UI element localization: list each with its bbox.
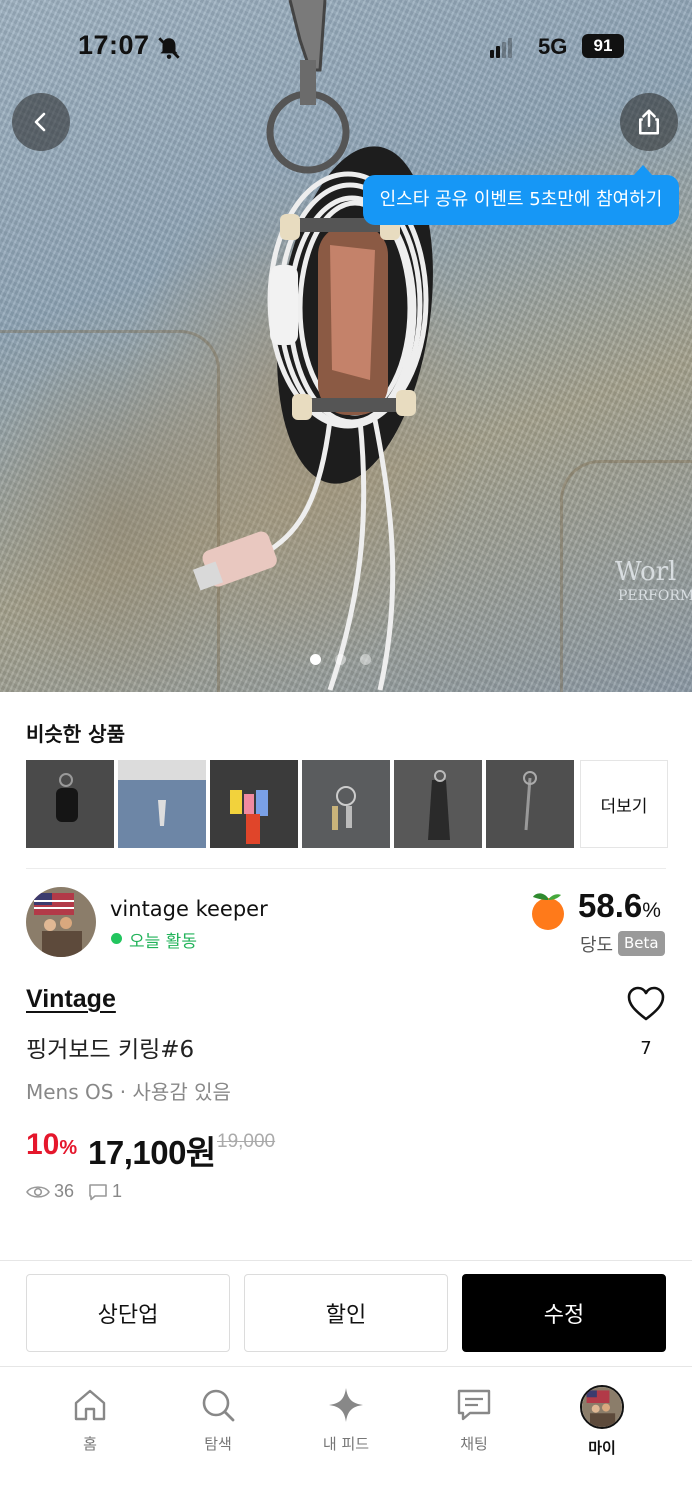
tab-my-feed[interactable]: 내 피드: [296, 1385, 396, 1465]
instagram-share-event-tooltip[interactable]: 인스타 공유 이벤트 5초만에 참여하기: [363, 165, 679, 225]
pagination-dot: [310, 654, 321, 665]
discount-unit: %: [59, 1137, 78, 1159]
view-count: 36: [54, 1181, 75, 1201]
tab-explore[interactable]: 탐색: [168, 1385, 268, 1465]
tab-label: 탐색: [204, 1435, 232, 1453]
status-time: 17:07: [78, 30, 150, 60]
discount-value: 10: [26, 1128, 60, 1161]
eye-icon: [26, 1185, 50, 1198]
divider: [26, 868, 666, 869]
score-unit: %: [642, 899, 661, 922]
heart-icon[interactable]: [626, 985, 666, 1023]
sale-price: 17,100원: [88, 1134, 216, 1171]
similar-product-thumbnail[interactable]: [118, 760, 206, 848]
sweetness-label: 당도: [580, 935, 614, 956]
edit-button[interactable]: 수정: [462, 1274, 666, 1352]
share-button[interactable]: [620, 93, 678, 151]
svg-text:Worl: Worl: [615, 557, 676, 587]
seller-activity-status: 오늘 활동: [129, 932, 197, 952]
product-photo: Worl PERFORM: [192, 0, 692, 691]
bell-mute-icon: [158, 37, 180, 59]
like-count: 7: [640, 1038, 652, 1059]
original-price: 19,000: [217, 1131, 276, 1152]
bump-to-top-button[interactable]: 상단업: [26, 1274, 230, 1352]
comment-count: 1: [112, 1181, 123, 1201]
divider: [0, 1260, 692, 1261]
tab-label: 내 피드: [322, 1435, 370, 1453]
divider: [0, 1366, 692, 1367]
product-image-gallery[interactable]: Worl PERFORM 17:07 5G 91 인스타 공유 이벤트 5초만에…: [0, 0, 692, 692]
signal-icon: [490, 38, 512, 58]
similar-product-thumbnail[interactable]: [26, 760, 114, 848]
tab-chat[interactable]: 채팅: [424, 1385, 524, 1465]
discount-rate: 10%: [26, 1128, 77, 1162]
tab-my[interactable]: 마이: [552, 1385, 652, 1465]
chat-icon: [457, 1389, 491, 1421]
tab-label: 채팅: [460, 1435, 488, 1453]
similar-products-more-button[interactable]: 더보기: [580, 760, 668, 848]
peach-icon: [532, 893, 564, 930]
discount-button[interactable]: 할인: [244, 1274, 448, 1352]
pagination-dot: [335, 654, 346, 665]
home-icon: [74, 1389, 106, 1421]
search-icon: [202, 1389, 235, 1422]
similar-products-list: 더보기: [26, 760, 668, 848]
similar-product-thumbnail[interactable]: [394, 760, 482, 848]
product-title: 핑거보드 키링#6: [26, 1037, 195, 1063]
similar-product-thumbnail[interactable]: [302, 760, 390, 848]
avatar: [580, 1385, 624, 1429]
similar-product-thumbnail[interactable]: [486, 760, 574, 848]
battery-level: 91: [582, 34, 624, 58]
seller-name[interactable]: vintage keeper: [110, 897, 268, 921]
seller-avatar[interactable]: [26, 887, 96, 957]
product-brand-link[interactable]: Vintage: [26, 985, 116, 1014]
status-bar: 17:07 5G 91: [0, 0, 692, 90]
svg-text:PERFORM: PERFORM: [618, 588, 692, 604]
tab-label: 홈: [83, 1435, 97, 1453]
tab-label: 마이: [588, 1439, 616, 1457]
sparkle-icon: [329, 1388, 363, 1422]
comment-icon: [89, 1183, 107, 1200]
seller-sweetness-score: 58.6%: [578, 887, 661, 925]
product-size-condition: Mens OS · 사용감 있음: [26, 1080, 231, 1104]
beta-badge: Beta: [618, 931, 665, 956]
network-type: 5G: [538, 34, 568, 59]
back-button[interactable]: [12, 93, 70, 151]
score-value: 58.6: [578, 887, 643, 924]
product-stats: 36 1: [26, 1181, 122, 1202]
chevron-left-icon: [34, 112, 46, 132]
similar-product-thumbnail[interactable]: [210, 760, 298, 848]
similar-products-title: 비슷한 상품: [26, 722, 125, 746]
tab-home[interactable]: 홈: [40, 1385, 140, 1465]
gallery-pagination: [310, 654, 371, 665]
pagination-dot: [360, 654, 371, 665]
share-icon: [639, 109, 659, 135]
activity-status-dot: [111, 933, 122, 944]
